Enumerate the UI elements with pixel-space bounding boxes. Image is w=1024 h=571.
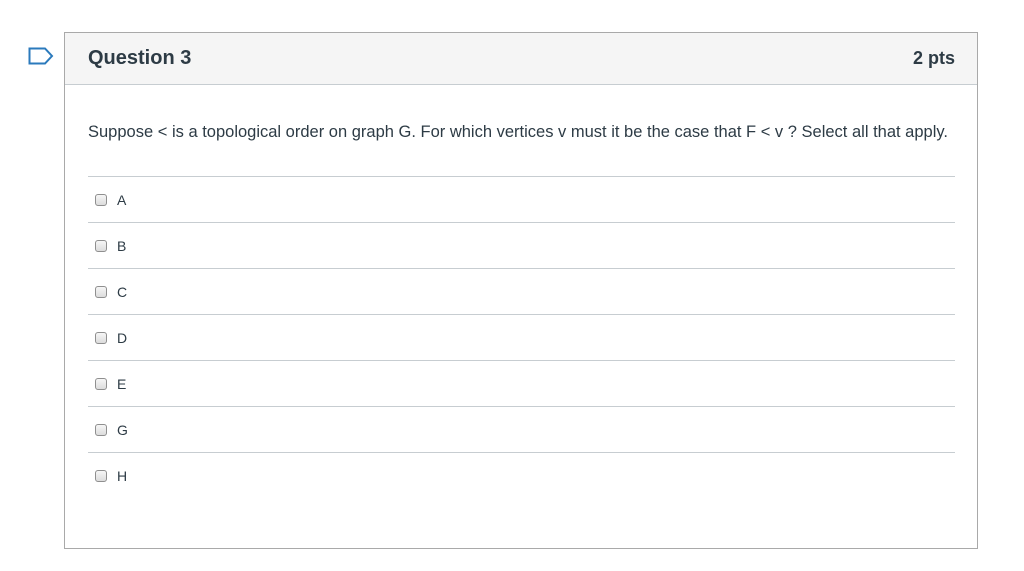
answer-option[interactable]: D: [88, 315, 955, 361]
quiz-page: Question 3 2 pts Suppose < is a topologi…: [0, 0, 1024, 571]
answer-label[interactable]: H: [117, 468, 127, 484]
answer-label[interactable]: E: [117, 376, 126, 392]
question-card: Question 3 2 pts Suppose < is a topologi…: [64, 32, 978, 549]
question-header: Question 3 2 pts: [65, 33, 977, 85]
answer-option[interactable]: E: [88, 361, 955, 407]
answer-checkbox[interactable]: [95, 239, 107, 252]
answer-option[interactable]: A: [88, 177, 955, 223]
answer-checkbox[interactable]: [95, 193, 107, 206]
question-points: 2 pts: [912, 48, 955, 68]
answer-option[interactable]: C: [88, 269, 955, 315]
answer-checkbox[interactable]: [95, 331, 107, 344]
question-text: Suppose < is a topological order on grap…: [88, 123, 948, 141]
answer-label[interactable]: C: [117, 284, 127, 300]
answer-option[interactable]: H: [88, 453, 955, 499]
answer-list: A B C D E G H: [88, 176, 955, 499]
answer-checkbox[interactable]: [95, 285, 107, 298]
answer-option[interactable]: G: [88, 407, 955, 453]
answer-label[interactable]: D: [117, 330, 127, 346]
answer-label[interactable]: G: [117, 422, 128, 438]
answer-checkbox[interactable]: [95, 377, 107, 390]
answer-label[interactable]: A: [117, 192, 126, 208]
answer-option[interactable]: B: [88, 223, 955, 269]
answer-checkbox[interactable]: [95, 423, 107, 436]
answer-checkbox[interactable]: [95, 470, 107, 482]
question-title: Question 3: [88, 47, 192, 69]
answer-label[interactable]: B: [117, 238, 126, 254]
bookmark-flag-icon[interactable]: [28, 47, 54, 65]
question-body: Suppose < is a topological order on grap…: [65, 85, 977, 499]
